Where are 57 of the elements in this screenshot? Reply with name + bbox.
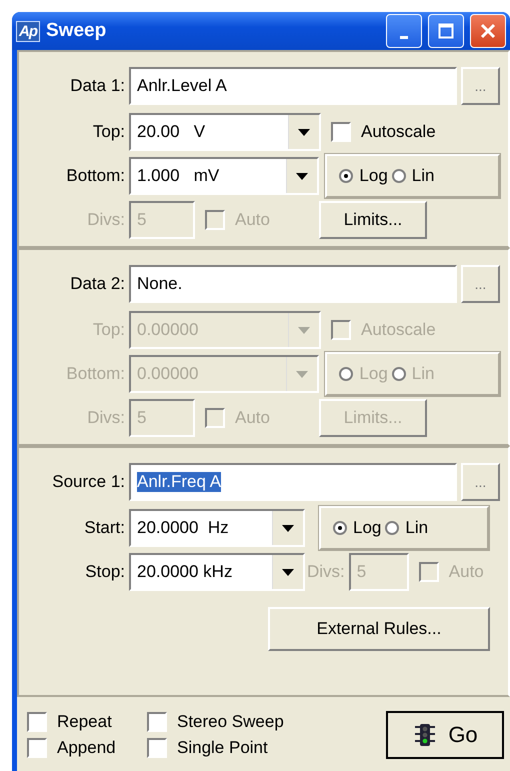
radio-label: Lin	[412, 364, 434, 384]
field-label: Source 1:	[51, 472, 126, 492]
browse-button[interactable]: ...	[460, 265, 500, 303]
minimize-button[interactable]	[386, 14, 422, 48]
close-button[interactable]	[470, 14, 506, 48]
browse-button[interactable]: ...	[460, 463, 500, 501]
checkbox[interactable]	[27, 712, 47, 732]
field-label: Bottom:	[65, 364, 126, 384]
app-logo: Ap	[16, 20, 40, 42]
field-label: Divs:	[307, 562, 346, 582]
go-button[interactable]: Go	[386, 711, 504, 759]
checkbox-label: Auto	[235, 408, 271, 428]
radio-label: Log	[359, 166, 388, 186]
checkbox-label: Auto	[235, 210, 271, 230]
bottom-combobox[interactable]: 1.000 mV	[129, 157, 320, 195]
field-label: Divs:	[86, 210, 126, 230]
radio-button[interactable]	[385, 521, 400, 535]
field-label: Data 2:	[69, 274, 126, 294]
stop-combobox[interactable]: 20.0000 kHz	[129, 553, 305, 591]
external-rules-button[interactable]: External Rules...	[268, 607, 490, 651]
minimize-icon	[400, 36, 408, 38]
checkbox-label: Single Point	[177, 738, 268, 758]
close-icon	[480, 23, 496, 39]
radio-label: Log	[353, 518, 382, 538]
browse-button[interactable]: ...	[460, 67, 500, 105]
field-label: Start:	[83, 518, 126, 538]
checkbox[interactable]	[27, 738, 47, 758]
field-label: Bottom:	[65, 166, 126, 186]
field-label: Top:	[92, 122, 126, 142]
field-label: Top:	[92, 320, 126, 340]
field-label: Divs:	[86, 408, 126, 428]
start-combobox[interactable]: 20.0000 Hz	[129, 509, 305, 547]
radio-label: Log	[359, 364, 388, 384]
checkbox-label: Autoscale	[361, 122, 436, 142]
radio-label: Lin	[412, 166, 434, 186]
limits-button[interactable]: Limits...	[319, 201, 427, 239]
top-combobox[interactable]: 20.00 V	[129, 113, 321, 151]
checkbox-label: Append	[57, 738, 116, 758]
checkbox-label: Repeat	[57, 712, 112, 732]
checkbox[interactable]	[147, 738, 167, 758]
checkbox-label: Autoscale	[361, 320, 436, 340]
data-field[interactable]: Anlr.Level A	[129, 67, 457, 105]
radio-button[interactable]	[392, 169, 406, 183]
radio-button[interactable]	[339, 169, 354, 183]
checkbox-label: Stereo Sweep	[177, 712, 284, 732]
maximize-icon	[438, 23, 454, 39]
field-label: Data 1:	[69, 76, 126, 96]
checkbox[interactable]	[147, 712, 167, 732]
maximize-button[interactable]	[428, 14, 464, 48]
source-field[interactable]: Anlr.Freq A	[129, 463, 457, 501]
field-label: Stop:	[84, 562, 126, 582]
checkbox-label: Auto	[448, 562, 484, 582]
window-title: Sweep	[46, 20, 106, 42]
checkbox[interactable]	[331, 122, 351, 142]
radio-label: Lin	[405, 518, 428, 538]
radio-button[interactable]	[333, 521, 347, 535]
data-field[interactable]: None.	[129, 265, 457, 303]
